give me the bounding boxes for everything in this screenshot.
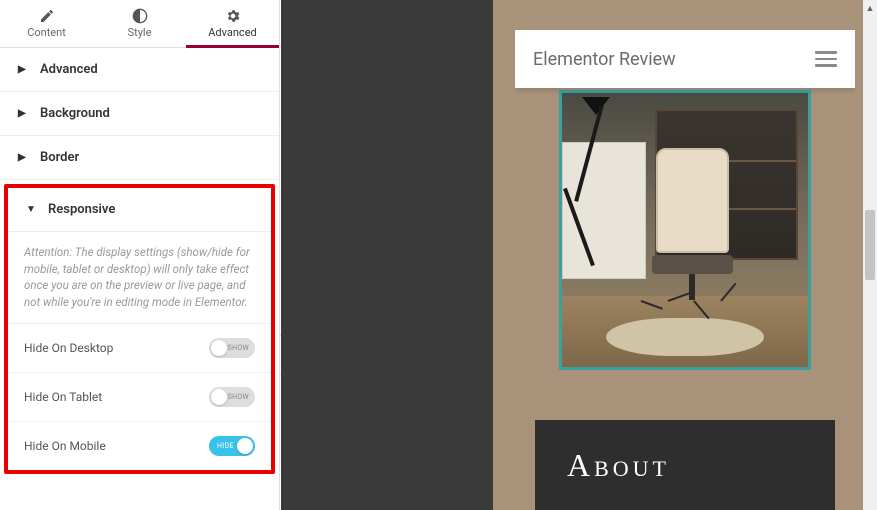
editor-panel: Content Style Advanced ▶ Advanced ▶ Back… bbox=[0, 0, 280, 510]
caret-right-icon: ▶ bbox=[18, 64, 28, 75]
scroll-up-arrow-icon[interactable]: ▲ bbox=[863, 0, 877, 16]
about-heading: About bbox=[567, 447, 670, 484]
toggle-text: SHOW bbox=[228, 393, 249, 401]
about-section: About bbox=[535, 420, 835, 510]
gear-icon bbox=[225, 8, 241, 24]
section-label: Background bbox=[40, 106, 110, 121]
site-title: Elementor Review bbox=[533, 49, 676, 70]
hero-image bbox=[559, 90, 811, 370]
section-background[interactable]: ▶ Background bbox=[0, 92, 279, 136]
toggle-knob bbox=[211, 340, 227, 356]
toggle-text: HIDE bbox=[217, 442, 234, 450]
tab-label: Style bbox=[128, 26, 152, 39]
caret-right-icon: ▶ bbox=[18, 108, 28, 119]
responsive-attention-text: Attention: The display settings (show/hi… bbox=[8, 232, 271, 324]
scrollbar-thumb[interactable] bbox=[865, 210, 875, 280]
section-responsive[interactable]: ▼ Responsive bbox=[8, 188, 271, 232]
toggle-hide-desktop[interactable]: SHOW bbox=[209, 338, 255, 358]
toggle-text: SHOW bbox=[228, 344, 249, 352]
panel-tabs: Content Style Advanced bbox=[0, 0, 279, 48]
toggle-knob bbox=[237, 438, 253, 454]
section-label: Responsive bbox=[48, 202, 115, 217]
hamburger-menu-button[interactable] bbox=[815, 51, 837, 67]
row-hide-mobile: Hide On Mobile HIDE bbox=[8, 422, 271, 470]
site-header: Elementor Review bbox=[515, 30, 855, 88]
tab-label: Content bbox=[27, 26, 66, 39]
vertical-scrollbar[interactable]: ▲ bbox=[863, 0, 877, 510]
toggle-label: Hide On Mobile bbox=[24, 439, 106, 453]
mobile-preview: Elementor Review About bbox=[515, 30, 855, 510]
section-advanced[interactable]: ▶ Advanced bbox=[0, 48, 279, 92]
preview-body: About bbox=[515, 88, 855, 510]
row-hide-desktop: Hide On Desktop SHOW bbox=[8, 324, 271, 373]
tab-content[interactable]: Content bbox=[0, 0, 93, 47]
preview-area: Elementor Review About bbox=[493, 0, 877, 510]
responsive-highlight: ▼ Responsive Attention: The display sett… bbox=[4, 184, 275, 474]
tab-style[interactable]: Style bbox=[93, 0, 186, 47]
toggle-knob bbox=[211, 389, 227, 405]
tab-label: Advanced bbox=[208, 26, 256, 39]
tab-advanced[interactable]: Advanced bbox=[186, 0, 279, 47]
caret-right-icon: ▶ bbox=[18, 152, 28, 163]
caret-down-icon: ▼ bbox=[26, 204, 36, 215]
section-label: Border bbox=[40, 150, 79, 165]
canvas-gutter bbox=[281, 0, 493, 510]
contrast-icon bbox=[132, 8, 148, 24]
toggle-hide-tablet[interactable]: SHOW bbox=[209, 387, 255, 407]
section-border[interactable]: ▶ Border bbox=[0, 136, 279, 180]
section-label: Advanced bbox=[40, 62, 98, 77]
toggle-label: Hide On Desktop bbox=[24, 341, 113, 355]
row-hide-tablet: Hide On Tablet SHOW bbox=[8, 373, 271, 422]
toggle-hide-mobile[interactable]: HIDE bbox=[209, 436, 255, 456]
pencil-icon bbox=[39, 8, 55, 24]
toggle-label: Hide On Tablet bbox=[24, 390, 102, 404]
